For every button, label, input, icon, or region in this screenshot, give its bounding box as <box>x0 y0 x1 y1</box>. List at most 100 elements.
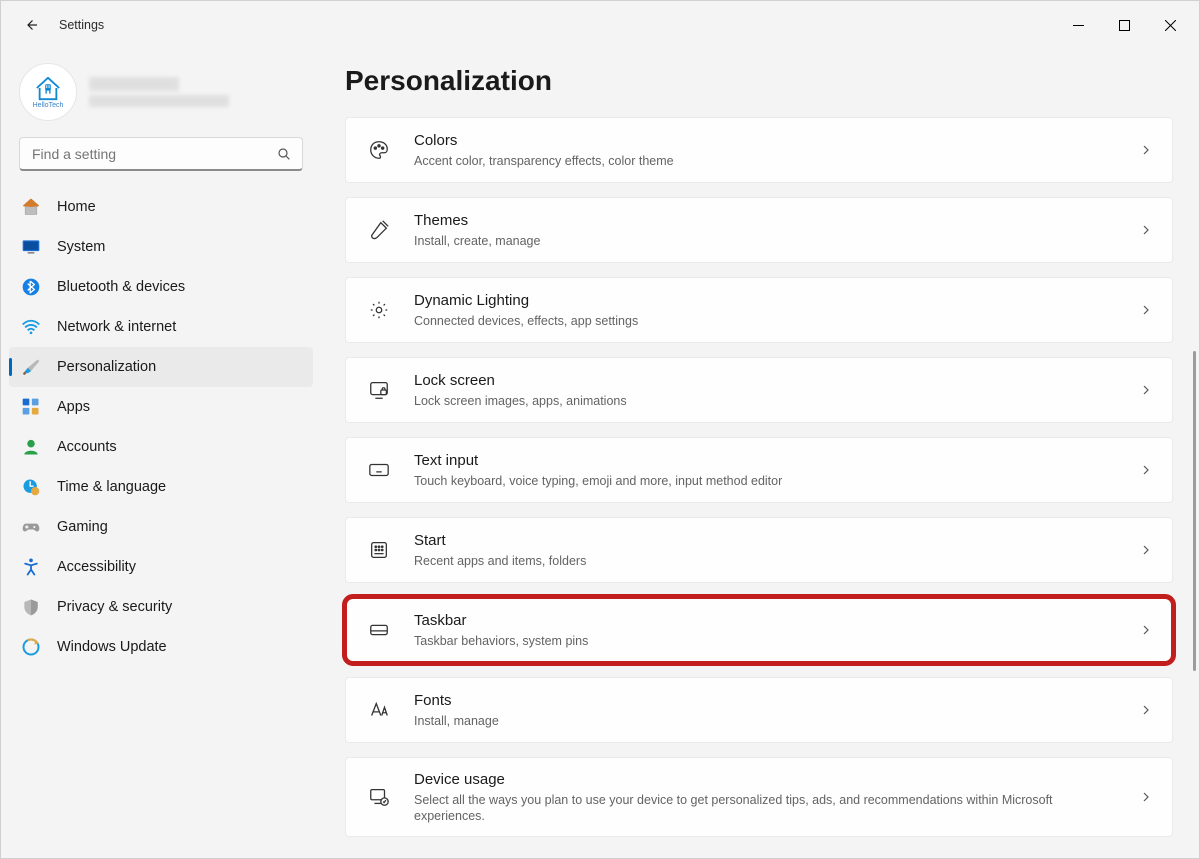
card-text-input[interactable]: Text input Touch keyboard, voice typing,… <box>345 437 1173 503</box>
sidebar-item-label: System <box>57 239 105 255</box>
chevron-right-icon <box>1138 302 1154 318</box>
system-icon <box>21 237 41 257</box>
title-bar: Settings <box>1 1 1199 49</box>
search-box[interactable] <box>19 137 303 171</box>
back-button[interactable] <box>13 7 49 43</box>
apps-icon <box>21 397 41 417</box>
avatar: HelloTech <box>19 63 77 121</box>
card-desc: Lock screen images, apps, animations <box>414 393 1116 409</box>
sidebar-item-label: Personalization <box>57 359 156 375</box>
sidebar-item-bluetooth[interactable]: Bluetooth & devices <box>9 267 313 307</box>
sidebar-item-home[interactable]: Home <box>9 187 313 227</box>
card-list: Colors Accent color, transparency effect… <box>345 117 1173 837</box>
chevron-right-icon <box>1138 542 1154 558</box>
card-taskbar[interactable]: Taskbar Taskbar behaviors, system pins <box>345 597 1173 663</box>
sidebar-item-label: Gaming <box>57 519 108 535</box>
sidebar: HelloTech Home <box>1 49 321 858</box>
card-desc: Install, manage <box>414 713 1116 729</box>
card-desc: Select all the ways you plan to use your… <box>414 792 1116 825</box>
card-desc: Recent apps and items, folders <box>414 553 1116 569</box>
sidebar-item-apps[interactable]: Apps <box>9 387 313 427</box>
avatar-label: HelloTech <box>33 102 64 109</box>
sidebar-item-label: Home <box>57 199 96 215</box>
search-icon <box>276 146 292 162</box>
sidebar-item-system[interactable]: System <box>9 227 313 267</box>
chevron-right-icon <box>1138 702 1154 718</box>
sidebar-item-label: Accounts <box>57 439 117 455</box>
content: Personalization Colors Accent color, tra… <box>321 49 1199 858</box>
light-icon <box>366 297 392 323</box>
keyboard-icon <box>366 457 392 483</box>
card-lock-screen[interactable]: Lock screen Lock screen images, apps, an… <box>345 357 1173 423</box>
sidebar-item-label: Privacy & security <box>57 599 172 615</box>
minimize-button[interactable] <box>1055 7 1101 43</box>
card-desc: Taskbar behaviors, system pins <box>414 633 1116 649</box>
card-title: Dynamic Lighting <box>414 291 1116 311</box>
home-icon <box>21 197 41 217</box>
update-icon <box>21 637 41 657</box>
page-title: Personalization <box>345 65 1173 97</box>
card-title: Taskbar <box>414 611 1116 631</box>
nav: Home System Bluetooth & devices Network … <box>1 185 321 669</box>
sidebar-item-privacy[interactable]: Privacy & security <box>9 587 313 627</box>
account-block[interactable]: HelloTech <box>1 57 321 137</box>
avatar-house-icon <box>33 75 63 101</box>
maximize-icon <box>1119 20 1130 31</box>
sidebar-item-accounts[interactable]: Accounts <box>9 427 313 467</box>
card-themes[interactable]: Themes Install, create, manage <box>345 197 1173 263</box>
card-colors[interactable]: Colors Accent color, transparency effect… <box>345 117 1173 183</box>
sidebar-item-label: Windows Update <box>57 639 167 655</box>
sidebar-item-label: Apps <box>57 399 90 415</box>
card-title: Themes <box>414 211 1116 231</box>
card-title: Start <box>414 531 1116 551</box>
account-text <box>89 77 303 107</box>
sidebar-item-label: Accessibility <box>57 559 136 575</box>
sidebar-item-accessibility[interactable]: Accessibility <box>9 547 313 587</box>
sidebar-item-gaming[interactable]: Gaming <box>9 507 313 547</box>
card-desc: Accent color, transparency effects, colo… <box>414 153 1116 169</box>
scrollbar-thumb[interactable] <box>1193 351 1196 671</box>
chevron-right-icon <box>1138 789 1154 805</box>
account-name-redacted <box>89 77 179 91</box>
card-title: Device usage <box>414 770 1116 790</box>
card-dynamic-lighting[interactable]: Dynamic Lighting Connected devices, effe… <box>345 277 1173 343</box>
maximize-button[interactable] <box>1101 7 1147 43</box>
window-controls <box>1055 7 1193 43</box>
card-title: Lock screen <box>414 371 1116 391</box>
close-icon <box>1165 20 1176 31</box>
sidebar-item-personalization[interactable]: Personalization <box>9 347 313 387</box>
search-container <box>1 137 321 185</box>
palette-icon <box>366 137 392 163</box>
clock-globe-icon <box>21 477 41 497</box>
close-button[interactable] <box>1147 7 1193 43</box>
search-input[interactable] <box>30 145 276 163</box>
sidebar-item-label: Bluetooth & devices <box>57 279 185 295</box>
app-title: Settings <box>59 18 104 32</box>
lock-screen-icon <box>366 377 392 403</box>
shield-icon <box>21 597 41 617</box>
accessibility-icon <box>21 557 41 577</box>
card-title: Colors <box>414 131 1116 151</box>
minimize-icon <box>1073 20 1084 31</box>
gamepad-icon <box>21 517 41 537</box>
person-icon <box>21 437 41 457</box>
card-desc: Touch keyboard, voice typing, emoji and … <box>414 473 1116 489</box>
device-usage-icon <box>366 784 392 810</box>
card-start[interactable]: Start Recent apps and items, folders <box>345 517 1173 583</box>
brush-icon <box>366 217 392 243</box>
wifi-icon <box>21 317 41 337</box>
card-desc: Connected devices, effects, app settings <box>414 313 1116 329</box>
card-title: Fonts <box>414 691 1116 711</box>
sidebar-item-update[interactable]: Windows Update <box>9 627 313 667</box>
chevron-right-icon <box>1138 382 1154 398</box>
card-fonts[interactable]: Fonts Install, manage <box>345 677 1173 743</box>
sidebar-item-time[interactable]: Time & language <box>9 467 313 507</box>
card-device-usage[interactable]: Device usage Select all the ways you pla… <box>345 757 1173 837</box>
sidebar-item-network[interactable]: Network & internet <box>9 307 313 347</box>
sidebar-item-label: Network & internet <box>57 319 176 335</box>
bluetooth-icon <box>21 277 41 297</box>
card-desc: Install, create, manage <box>414 233 1116 249</box>
taskbar-icon <box>366 617 392 643</box>
paintbrush-icon <box>21 357 41 377</box>
chevron-right-icon <box>1138 222 1154 238</box>
